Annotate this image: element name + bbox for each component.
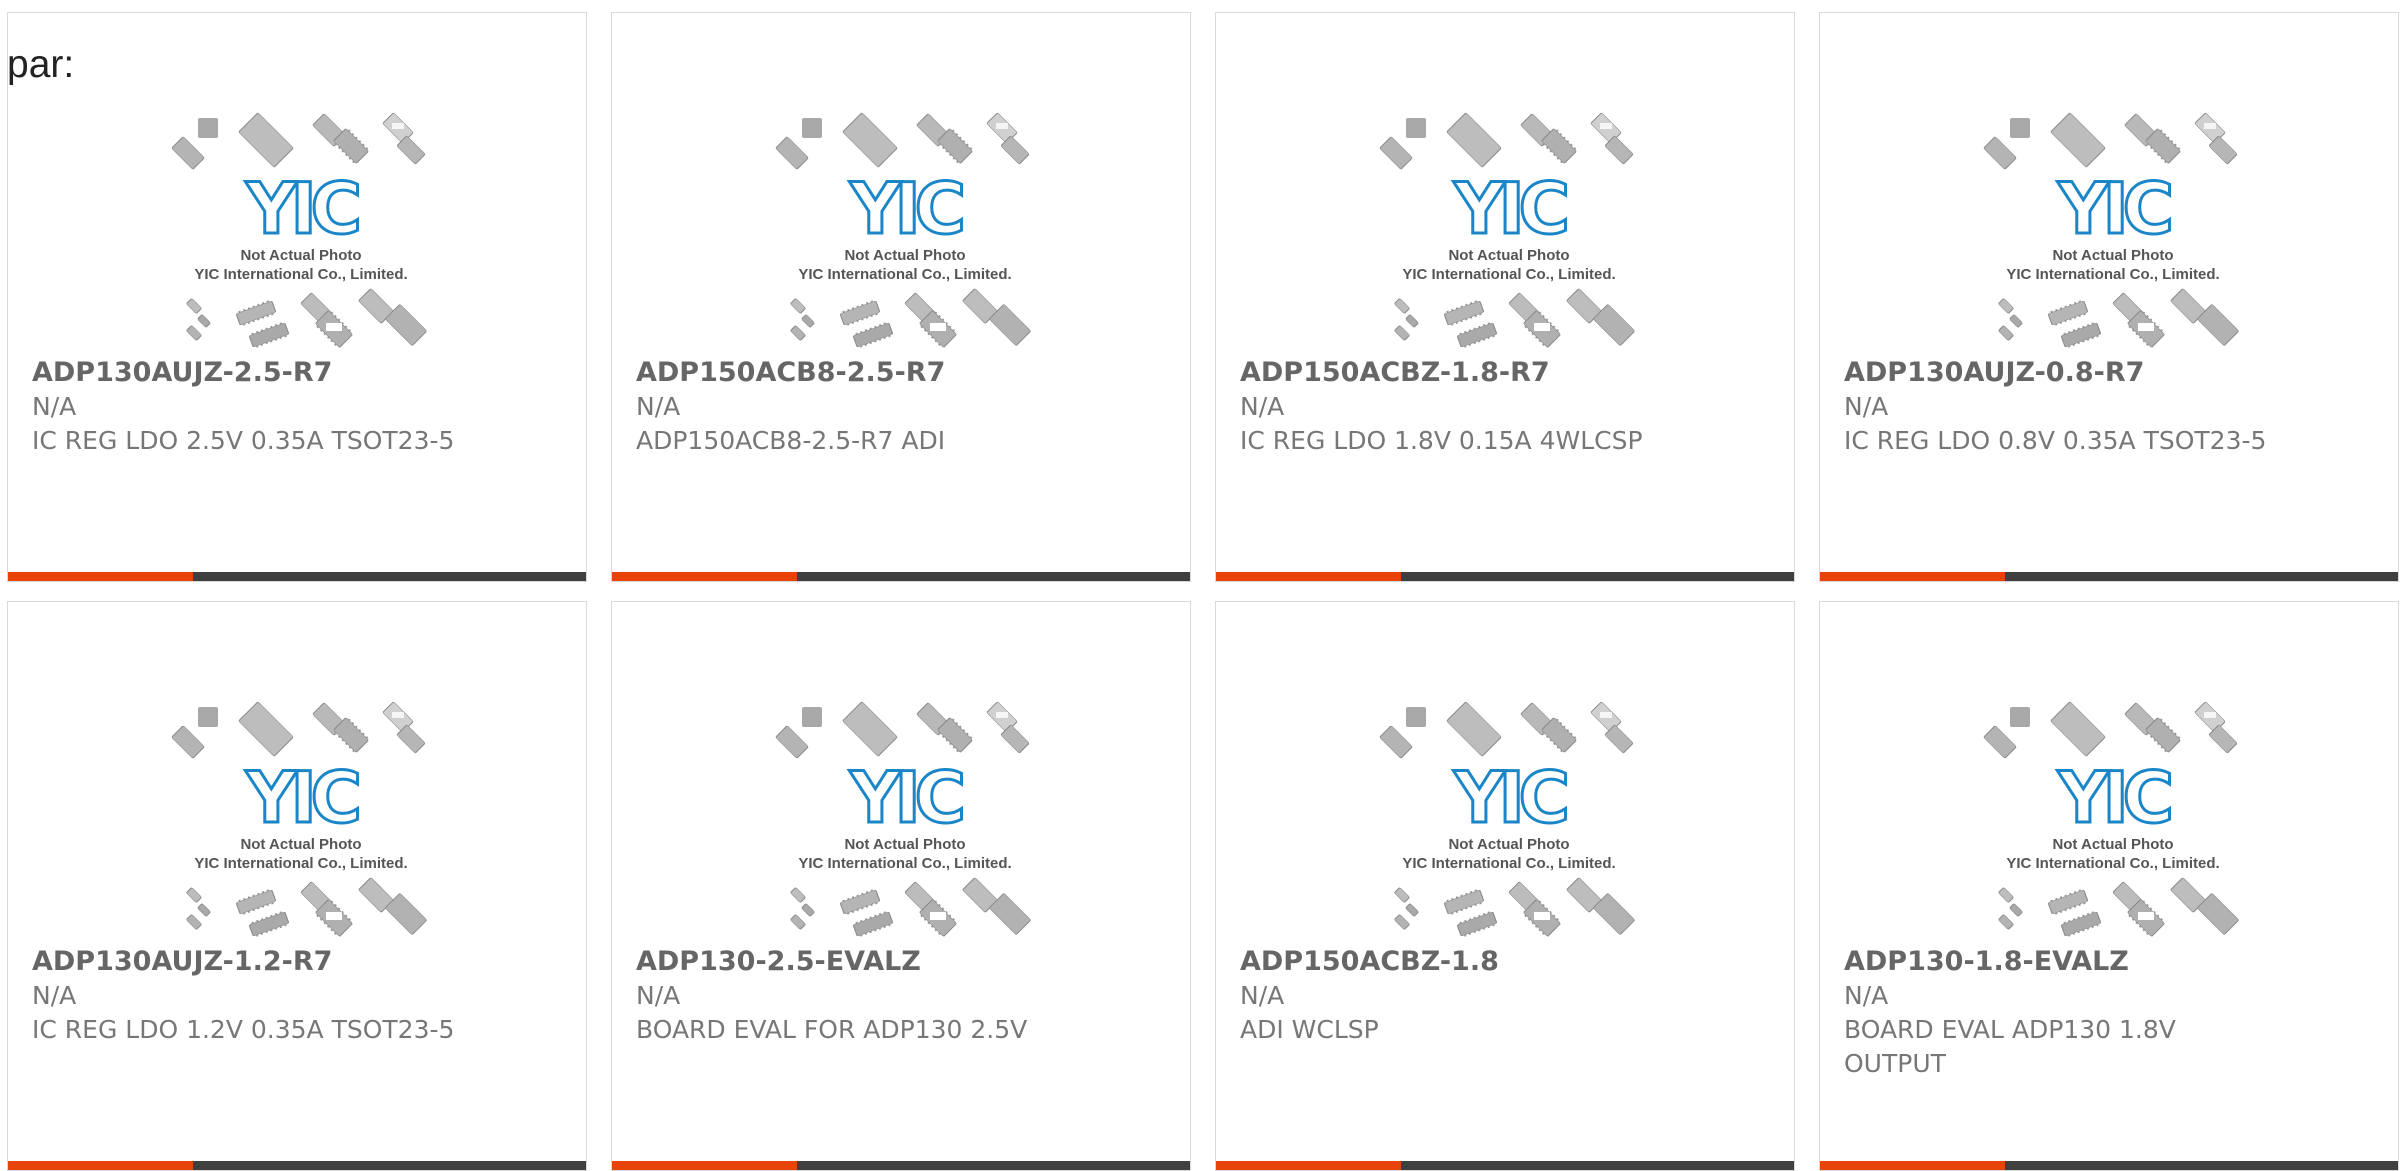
photo-caption-2: YIC International Co., Limited.: [194, 266, 407, 283]
prefix-text: par:: [7, 43, 75, 86]
manufacturer-label: N/A: [1240, 392, 1285, 421]
manufacturer-label: N/A: [636, 392, 681, 421]
yic-logo: YIC: [1453, 757, 1566, 839]
product-card[interactable]: YIC Not Actual Photo YIC International Co.…: [611, 12, 1191, 582]
card-bottom-bar: [8, 1161, 586, 1170]
manufacturer-label: N/A: [32, 392, 77, 421]
description-text: BOARD EVAL ADP130 1.8V OUTPUT: [1844, 1015, 2176, 1078]
card-accent-bar: [612, 572, 797, 581]
manufacturer-label: N/A: [1844, 981, 1889, 1010]
product-photo[interactable]: YIC Not Actual Photo YIC International Co.…: [166, 103, 436, 353]
part-number-link[interactable]: ADP150ACB8-2.5-R7: [636, 356, 1076, 390]
yic-logo: YIC: [849, 757, 962, 839]
card-bottom-bar: [1820, 1161, 2398, 1170]
product-card[interactable]: YIC Not Actual Photo YIC International Co.…: [1819, 601, 2399, 1171]
product-card[interactable]: YIC Not Actual Photo YIC International Co.…: [1819, 12, 2399, 582]
product-photo[interactable]: YIC Not Actual Photo YIC International Co.…: [770, 692, 1040, 942]
photo-caption-1: Not Actual Photo: [1448, 836, 1569, 853]
product-info: ADP130-1.8-EVALZ N/A BOARD EVAL ADP130 1…: [1844, 945, 2284, 1081]
product-card[interactable]: YIC Not Actual Photo YIC International Co.…: [1215, 601, 1795, 1171]
photo-caption-1: Not Actual Photo: [844, 836, 965, 853]
product-info: ADP130-2.5-EVALZ N/A BOARD EVAL FOR ADP1…: [636, 945, 1076, 1047]
photo-caption-1: Not Actual Photo: [240, 247, 361, 264]
product-photo[interactable]: YIC Not Actual Photo YIC International Co.…: [166, 692, 436, 942]
photo-caption-2: YIC International Co., Limited.: [2006, 855, 2219, 872]
description-text: ADI WCLSP: [1240, 1015, 1379, 1044]
chip-packages-icon: YICNot Actual Photo YIC International Co.…: [171, 112, 427, 348]
card-bottom-bar: [612, 572, 1190, 581]
card-bottom-bar: [1820, 572, 2398, 581]
photo-caption-1: Not Actual Photo: [844, 247, 965, 264]
product-card[interactable]: YIC Not Actual Photo YIC International Co.…: [7, 12, 587, 582]
product-photo[interactable]: YIC Not Actual Photo YIC International Co.…: [1374, 103, 1644, 353]
yic-logo: YIC: [2057, 757, 2170, 839]
yic-logo: YIC: [245, 757, 358, 839]
product-info: ADP150ACBZ-1.8 N/A ADI WCLSP: [1240, 945, 1680, 1047]
part-number-link[interactable]: ADP150ACBZ-1.8-R7: [1240, 356, 1680, 390]
card-bottom-bar: [1216, 572, 1794, 581]
product-photo[interactable]: YIC Not Actual Photo YIC International Co.…: [1978, 103, 2248, 353]
photo-caption-2: YIC International Co., Limited.: [1402, 266, 1615, 283]
yic-logo: YIC: [1453, 168, 1566, 250]
product-card[interactable]: YIC Not Actual Photo YIC International Co.…: [1215, 12, 1795, 582]
chip-packages-icon: YICNot Actual Photo YIC International Co.…: [775, 112, 1031, 348]
product-info: ADP130AUJZ-1.2-R7 N/A IC REG LDO 1.2V 0.…: [32, 945, 472, 1047]
part-number-link[interactable]: ADP130-1.8-EVALZ: [1844, 945, 2284, 979]
chip-packages-icon: YICNot Actual Photo YIC International Co.…: [1379, 112, 1635, 348]
yic-logo: YIC: [245, 168, 358, 250]
product-info: ADP150ACBZ-1.8-R7 N/A IC REG LDO 1.8V 0.…: [1240, 356, 1680, 458]
product-photo[interactable]: YIC Not Actual Photo YIC International Co.…: [1978, 692, 2248, 942]
description-text: IC REG LDO 0.8V 0.35A TSOT23-5: [1844, 426, 2267, 455]
photo-caption-1: Not Actual Photo: [1448, 247, 1569, 264]
product-photo[interactable]: YIC Not Actual Photo YIC International Co.…: [1374, 692, 1644, 942]
photo-caption-2: YIC International Co., Limited.: [798, 855, 1011, 872]
yic-logo: YIC: [849, 168, 962, 250]
chip-packages-icon: YICNot Actual Photo YIC International Co.…: [1379, 701, 1635, 937]
product-info: ADP130AUJZ-2.5-R7 N/A IC REG LDO 2.5V 0.…: [32, 356, 472, 458]
description-text: IC REG LDO 1.8V 0.15A 4WLCSP: [1240, 426, 1643, 455]
photo-caption-2: YIC International Co., Limited.: [2006, 266, 2219, 283]
part-number-link[interactable]: ADP130-2.5-EVALZ: [636, 945, 1076, 979]
product-photo[interactable]: YIC Not Actual Photo YIC International Co.…: [770, 103, 1040, 353]
card-bottom-bar: [612, 1161, 1190, 1170]
product-grid: YIC Not Actual Photo YIC International Co.…: [7, 12, 2399, 1171]
photo-caption-2: YIC International Co., Limited.: [194, 855, 407, 872]
manufacturer-label: N/A: [636, 981, 681, 1010]
photo-caption-2: YIC International Co., Limited.: [1402, 855, 1615, 872]
part-number-link[interactable]: ADP130AUJZ-1.2-R7: [32, 945, 472, 979]
chip-packages-icon: YICNot Actual Photo YIC International Co.…: [775, 701, 1031, 937]
chip-packages-icon: YICNot Actual Photo YIC International Co.…: [171, 701, 427, 937]
photo-caption-1: Not Actual Photo: [2052, 836, 2173, 853]
product-info: ADP130AUJZ-0.8-R7 N/A IC REG LDO 0.8V 0.…: [1844, 356, 2284, 458]
part-number-link[interactable]: ADP150ACBZ-1.8: [1240, 945, 1680, 979]
card-accent-bar: [8, 1161, 193, 1170]
part-number-link[interactable]: ADP130AUJZ-2.5-R7: [32, 356, 472, 390]
card-accent-bar: [1820, 572, 2005, 581]
product-card[interactable]: YIC Not Actual Photo YIC International Co.…: [611, 601, 1191, 1171]
yic-logo: YIC: [2057, 168, 2170, 250]
card-accent-bar: [1216, 1161, 1401, 1170]
part-number-link[interactable]: ADP130AUJZ-0.8-R7: [1844, 356, 2284, 390]
description-text: IC REG LDO 1.2V 0.35A TSOT23-5: [32, 1015, 455, 1044]
product-card[interactable]: YIC Not Actual Photo YIC International Co.…: [7, 601, 587, 1171]
manufacturer-label: N/A: [1240, 981, 1285, 1010]
photo-caption-1: Not Actual Photo: [240, 836, 361, 853]
card-accent-bar: [1820, 1161, 2005, 1170]
description-text: BOARD EVAL FOR ADP130 2.5V: [636, 1015, 1028, 1044]
manufacturer-label: N/A: [32, 981, 77, 1010]
manufacturer-label: N/A: [1844, 392, 1889, 421]
card-accent-bar: [8, 572, 193, 581]
chip-packages-icon: YICNot Actual Photo YIC International Co.…: [1983, 701, 2239, 937]
product-info: ADP150ACB8-2.5-R7 N/A ADP150ACB8-2.5-R7 …: [636, 356, 1076, 458]
description-text: IC REG LDO 2.5V 0.35A TSOT23-5: [32, 426, 455, 455]
card-accent-bar: [612, 1161, 797, 1170]
photo-caption-2: YIC International Co., Limited.: [798, 266, 1011, 283]
photo-caption-1: Not Actual Photo: [2052, 247, 2173, 264]
chip-packages-icon: YICNot Actual Photo YIC International Co.…: [1983, 112, 2239, 348]
card-bottom-bar: [1216, 1161, 1794, 1170]
description-text: ADP150ACB8-2.5-R7 ADI: [636, 426, 946, 455]
card-bottom-bar: [8, 572, 586, 581]
card-accent-bar: [1216, 572, 1401, 581]
